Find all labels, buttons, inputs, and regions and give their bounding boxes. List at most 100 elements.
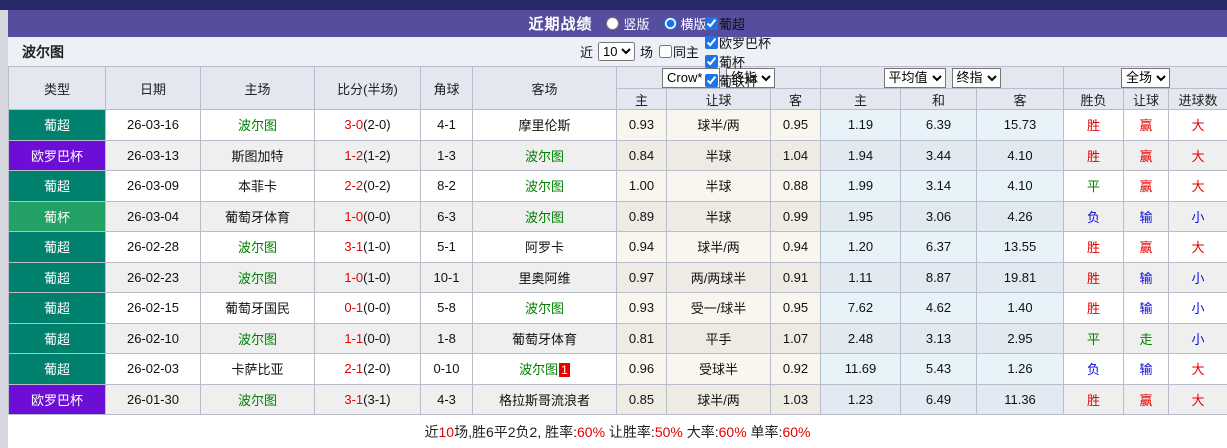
asian-home-odds-cell: 0.93 (616, 109, 667, 141)
asian-handicap-cell: 平手 (666, 322, 771, 354)
away-team-name[interactable]: 波尔图 (525, 210, 564, 225)
league-filter-option-3[interactable]: 葡联杯 (701, 71, 771, 90)
col-header-home: 主场 (200, 66, 315, 110)
home-team-name[interactable]: 波尔图 (238, 240, 277, 255)
corner-cell: 1-8 (420, 322, 473, 354)
filter-toolbar: 波尔图 近 10 场 同主 葡超 欧罗巴杯 葡杯 葡联杯 (8, 16, 1227, 89)
score-cell: 3-0(2-0) (314, 109, 421, 141)
asian-away-odds-cell: 0.99 (770, 200, 821, 232)
home-team-name[interactable]: 斯图加特 (231, 149, 283, 164)
summary-segment: 60% (782, 423, 811, 440)
league-filter-option-1[interactable]: 欧罗巴杯 (701, 33, 771, 52)
summary-segment: 10 (438, 423, 455, 440)
outcome-result-cell: 平 (1063, 322, 1125, 354)
handicap-result-cell: 赢 (1123, 170, 1170, 202)
euro-away-odds-cell: 15.73 (975, 109, 1065, 141)
scope-select[interactable]: 全场 (1121, 67, 1171, 88)
home-team-name[interactable]: 卡萨比亚 (231, 362, 283, 377)
away-team-name[interactable]: 波尔图 (525, 179, 564, 194)
asian-handicap-cell: 半球 (666, 139, 771, 171)
euro-away-odds-cell: 4.26 (975, 200, 1065, 232)
home-team-name[interactable]: 本菲卡 (238, 179, 277, 194)
handicap-result-cell: 输 (1123, 292, 1170, 324)
home-team-name[interactable]: 波尔图 (238, 332, 277, 347)
away-team-name[interactable]: 波尔图 (519, 362, 558, 377)
same-home-checkbox[interactable] (659, 45, 672, 58)
halftime-score: (2-0) (363, 361, 391, 377)
asian-away-odds-cell: 0.91 (770, 261, 821, 293)
euro-draw-odds-cell: 6.39 (900, 109, 977, 141)
outcome-result-cell: 胜 (1063, 231, 1125, 263)
league-filter-checkbox-1[interactable] (705, 35, 719, 49)
table-row: 葡超 26-02-03 卡萨比亚 2-1(2-0) 0-10 波尔图 1 0.96 受球半 0.9… (8, 353, 1227, 385)
home-team-name[interactable]: 葡萄牙体育 (225, 210, 290, 225)
away-team-name[interactable]: 波尔图 (525, 149, 564, 164)
home-team-cell: 葡萄牙国民 (200, 292, 315, 324)
goals-result-cell: 小 (1168, 322, 1227, 354)
away-team-cell: 波尔图 (472, 139, 617, 171)
corner-cell: 6-3 (420, 200, 473, 232)
home-team-name[interactable]: 波尔图 (238, 271, 277, 286)
asian-handicap-cell: 半球 (666, 200, 771, 232)
euro-index-select[interactable]: 终指 (951, 67, 1001, 88)
goals-result-cell: 小 (1168, 200, 1227, 232)
summary-segment: 场,胜6平2负2, 胜率: (454, 423, 578, 440)
euro-avg-select[interactable]: 平均值 (883, 67, 946, 88)
col-header-euro-home: 主 (820, 88, 901, 110)
summary-segment: 大率: (682, 423, 719, 440)
league-filter-option-0[interactable]: 葡超 (701, 14, 771, 33)
asian-home-odds-cell: 0.97 (616, 261, 667, 293)
filter-controls: 近 10 场 同主 葡超 欧罗巴杯 葡杯 葡联杯 (580, 14, 771, 90)
table-row: 葡超 26-02-23 波尔图 1-0(1-0) 10-1 里奥阿维 0.97 两/两球半 0.… (8, 261, 1227, 293)
outcome-result-cell: 胜 (1063, 292, 1125, 324)
corner-cell: 5-8 (420, 292, 473, 324)
corner-cell: 4-3 (420, 383, 473, 415)
away-team-name[interactable]: 葡萄牙体育 (512, 332, 577, 347)
league-filter-option-2[interactable]: 葡杯 (701, 52, 771, 71)
away-team-name[interactable]: 摩里伦斯 (518, 118, 570, 133)
halftime-score: (1-0) (363, 239, 391, 255)
home-team-name[interactable]: 波尔图 (238, 118, 277, 133)
home-team-cell: 波尔图 (200, 231, 315, 263)
euro-home-odds-cell: 7.62 (820, 292, 901, 324)
halftime-score: (1-0) (363, 269, 391, 285)
league-badge: 葡超 (8, 322, 106, 354)
halftime-score: (3-1) (363, 391, 391, 407)
home-team-cell: 斯图加特 (200, 139, 315, 171)
goals-result-cell: 大 (1168, 231, 1227, 263)
corner-cell: 0-10 (420, 353, 473, 385)
away-team-name[interactable]: 格拉斯哥流浪者 (499, 393, 590, 408)
league-filter-checkbox-3[interactable] (705, 73, 719, 87)
away-team-name[interactable]: 波尔图 (525, 301, 564, 316)
home-team-name[interactable]: 波尔图 (238, 393, 277, 408)
col-header-euro-away: 客 (975, 88, 1065, 110)
outcome-result-cell: 平 (1063, 170, 1125, 202)
score-cell: 3-1(1-0) (314, 231, 421, 263)
euro-away-odds-cell: 1.40 (975, 292, 1065, 324)
fulltime-score: 1-1 (344, 330, 364, 346)
asian-home-odds-cell: 0.94 (616, 231, 667, 263)
summary-segment: 50% (654, 423, 683, 440)
handicap-result-cell: 赢 (1123, 139, 1170, 171)
league-filter-checkbox-0[interactable] (705, 16, 719, 30)
recent-results-panel: 近期战绩 竖版 横版 波尔图 近 10 场 同主 葡超欧罗巴杯葡杯葡联杯 (8, 10, 1227, 448)
recent-count-select[interactable]: 10 (597, 42, 635, 61)
away-team-cell: 葡萄牙体育 (472, 322, 617, 354)
home-team-name[interactable]: 葡萄牙国民 (225, 301, 290, 316)
team-name: 波尔图 (22, 43, 64, 60)
col-header-score: 比分(半场) (314, 66, 421, 110)
away-team-name[interactable]: 阿罗卡 (525, 240, 564, 255)
euro-draw-odds-cell: 8.87 (900, 261, 977, 293)
euro-home-odds-cell: 1.19 (820, 109, 901, 141)
euro-draw-odds-cell: 3.14 (900, 170, 977, 202)
league-filter-checkbox-2[interactable] (705, 54, 719, 68)
asian-away-odds-cell: 0.95 (770, 292, 821, 324)
recent-matches-table: 类型 日期 主场 比分(半场) 角球 客场 Crow* 终指 平均值 终指 全场 主… (8, 66, 1227, 415)
league-filter-label: 葡超 (719, 16, 746, 32)
fulltime-score: 1-0 (344, 269, 364, 285)
summary-text: 近10场,胜6平2负2, 胜率:60% 让胜率:50% 大率:60% 单率:60… (425, 422, 811, 442)
away-team-name[interactable]: 里奥阿维 (518, 271, 570, 286)
away-team-cell: 摩里伦斯 (472, 109, 617, 141)
col-header-date: 日期 (105, 66, 201, 110)
same-home-option[interactable]: 同主 (655, 42, 699, 61)
